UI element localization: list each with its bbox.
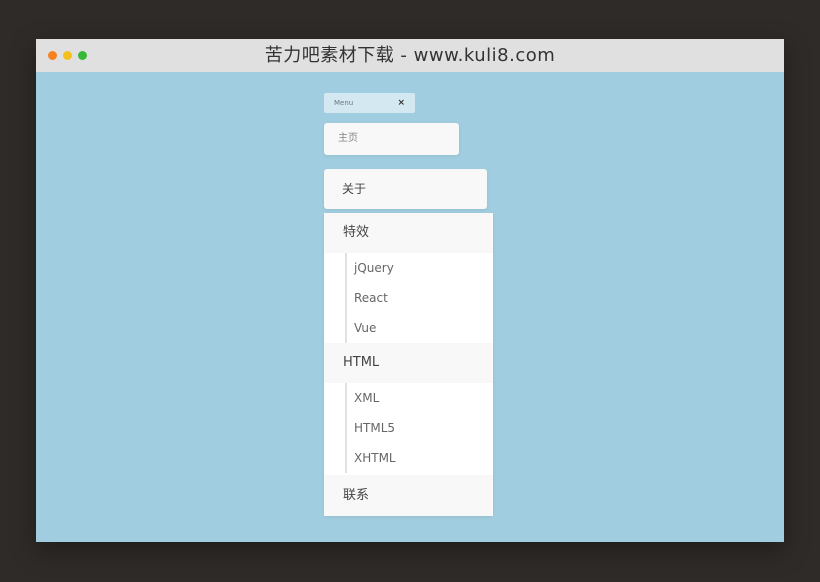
title-bar: 苦力吧素材下载 - www.kuli8.com — [36, 39, 784, 72]
submenu-item-jquery[interactable]: jQuery — [354, 253, 394, 283]
window-title: 苦力吧素材下载 - www.kuli8.com — [264, 45, 556, 66]
submenu-item-xhtml[interactable]: XHTML — [354, 443, 396, 473]
menu-group-effects[interactable]: 特效 — [324, 213, 493, 253]
menu-item-about-label: 关于 — [342, 182, 367, 196]
menu-item-contact-label: 联系 — [343, 488, 370, 503]
submenu-item-xml[interactable]: XML — [354, 383, 379, 413]
menu-item-home-label: 主页 — [338, 133, 358, 144]
menu-group-effects-label: 特效 — [343, 225, 370, 240]
submenu-item-html5[interactable]: HTML5 — [354, 413, 395, 443]
menu-group-html[interactable]: HTML — [324, 343, 493, 383]
menu-header-label: Menu — [334, 99, 354, 107]
menu-item-contact[interactable]: 联系 — [324, 475, 493, 516]
submenu-rail — [345, 253, 347, 343]
submenu-item-react[interactable]: React — [354, 283, 388, 313]
menu-header: Menu × — [324, 93, 415, 113]
close-icon[interactable]: × — [397, 93, 405, 113]
browser-window: 苦力吧素材下载 - www.kuli8.com Menu × 主页 关于 特效 … — [36, 39, 784, 542]
menu-panel: 特效 jQuery React Vue HTML XML HTML5 XHTML… — [324, 213, 493, 516]
menu-group-html-label: HTML — [343, 355, 380, 370]
submenu-item-vue[interactable]: Vue — [354, 313, 376, 343]
submenu-effects: jQuery React Vue — [324, 253, 493, 343]
submenu-rail — [345, 383, 347, 473]
menu-item-home[interactable]: 主页 — [324, 123, 459, 155]
submenu-html: XML HTML5 XHTML — [324, 383, 493, 473]
menu-item-about[interactable]: 关于 — [324, 169, 487, 209]
